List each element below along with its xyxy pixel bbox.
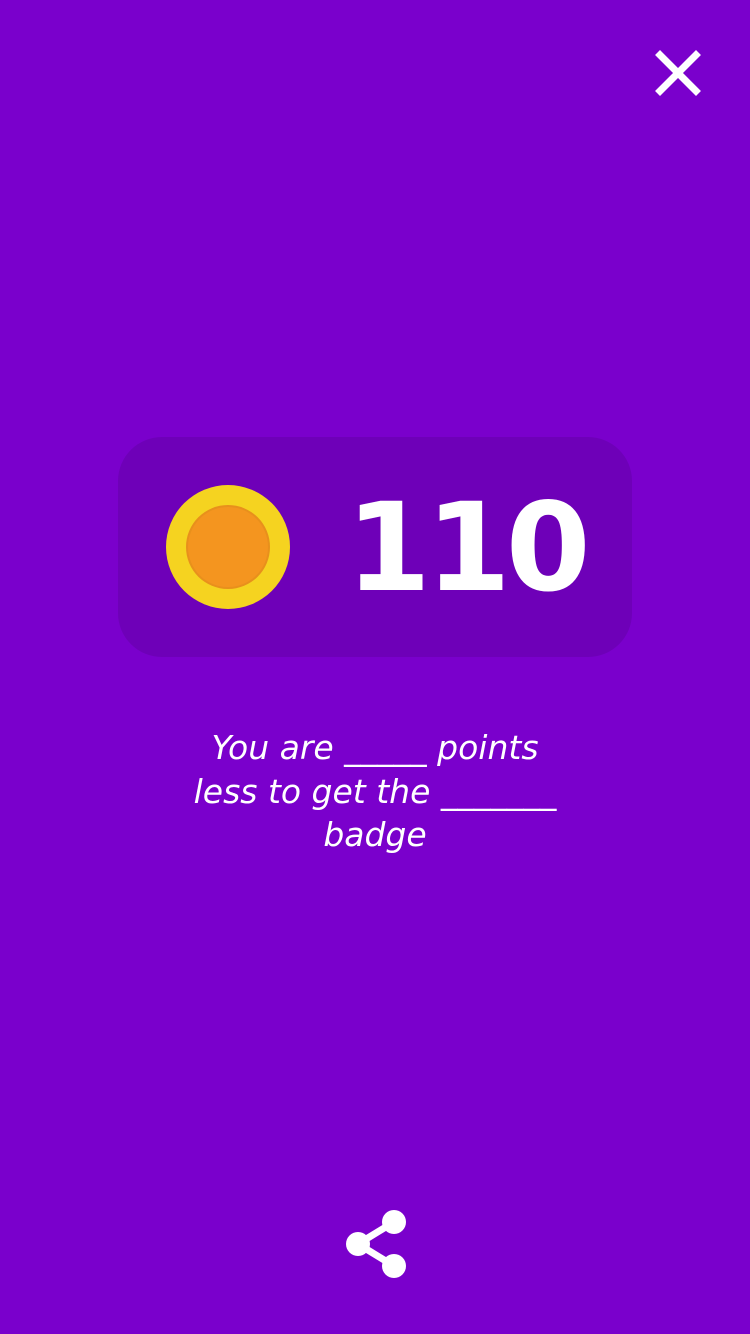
coin-icon xyxy=(166,485,290,609)
points-message: You are _____ points less to get the ___… xyxy=(140,726,610,857)
share-icon xyxy=(346,1210,406,1278)
message-line-2: less to get the _______ xyxy=(193,771,557,811)
message-line-3: badge xyxy=(323,815,427,854)
close-icon xyxy=(655,50,701,96)
points-card: 110 xyxy=(118,437,632,657)
close-button[interactable] xyxy=(650,45,706,101)
message-line-1: You are _____ points xyxy=(211,728,539,767)
share-button[interactable] xyxy=(340,1210,412,1282)
points-value: 110 xyxy=(346,477,591,619)
